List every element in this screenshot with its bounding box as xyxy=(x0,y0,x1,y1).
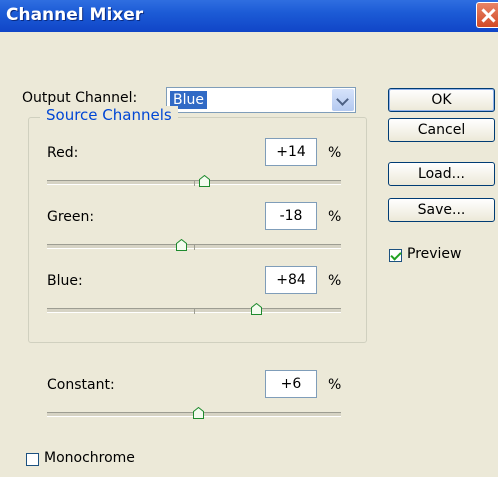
chevron-down-icon[interactable] xyxy=(332,89,354,111)
constant-unit: % xyxy=(328,377,342,393)
monochrome-checkbox[interactable] xyxy=(26,453,39,466)
output-channel-select[interactable]: Blue xyxy=(166,87,356,113)
slider-center-tick xyxy=(194,308,195,314)
green-value-input[interactable]: -18 xyxy=(265,202,317,230)
window-title: Channel Mixer xyxy=(6,5,144,25)
slider-thumb[interactable] xyxy=(199,175,210,187)
slider-center-tick xyxy=(194,244,195,250)
green-label: Green: xyxy=(47,209,95,225)
preview-checkbox[interactable] xyxy=(389,249,402,262)
blue-unit: % xyxy=(328,273,342,289)
slider-thumb[interactable] xyxy=(193,407,204,419)
red-slider[interactable] xyxy=(47,174,341,190)
blue-label: Blue: xyxy=(47,273,83,289)
green-slider[interactable] xyxy=(47,238,341,254)
slider-center-tick xyxy=(194,180,195,186)
preview-label: Preview xyxy=(407,246,462,262)
red-label: Red: xyxy=(47,145,79,161)
slider-thumb[interactable] xyxy=(251,303,262,315)
ok-button[interactable]: OK xyxy=(388,88,495,112)
constant-value-input[interactable]: +6 xyxy=(265,370,317,398)
red-unit: % xyxy=(328,145,342,161)
cancel-button[interactable]: Cancel xyxy=(388,118,495,142)
constant-slider[interactable] xyxy=(47,406,341,422)
blue-slider[interactable] xyxy=(47,302,341,318)
output-channel-label: Output Channel: xyxy=(22,90,138,106)
title-bar[interactable]: Channel Mixer xyxy=(0,0,498,32)
green-unit: % xyxy=(328,209,342,225)
blue-value-input[interactable]: +84 xyxy=(265,266,317,294)
constant-label: Constant: xyxy=(47,377,115,393)
channel-mixer-dialog: Channel Mixer Output Channel: Blue OK Ca… xyxy=(0,0,498,477)
red-value-input[interactable]: +14 xyxy=(265,138,317,166)
source-channels-title: Source Channels xyxy=(40,106,178,124)
slider-thumb[interactable] xyxy=(176,239,187,251)
load-button[interactable]: Load... xyxy=(388,162,495,186)
close-button[interactable] xyxy=(476,2,498,28)
save-button[interactable]: Save... xyxy=(388,198,495,222)
monochrome-label: Monochrome xyxy=(44,450,135,466)
